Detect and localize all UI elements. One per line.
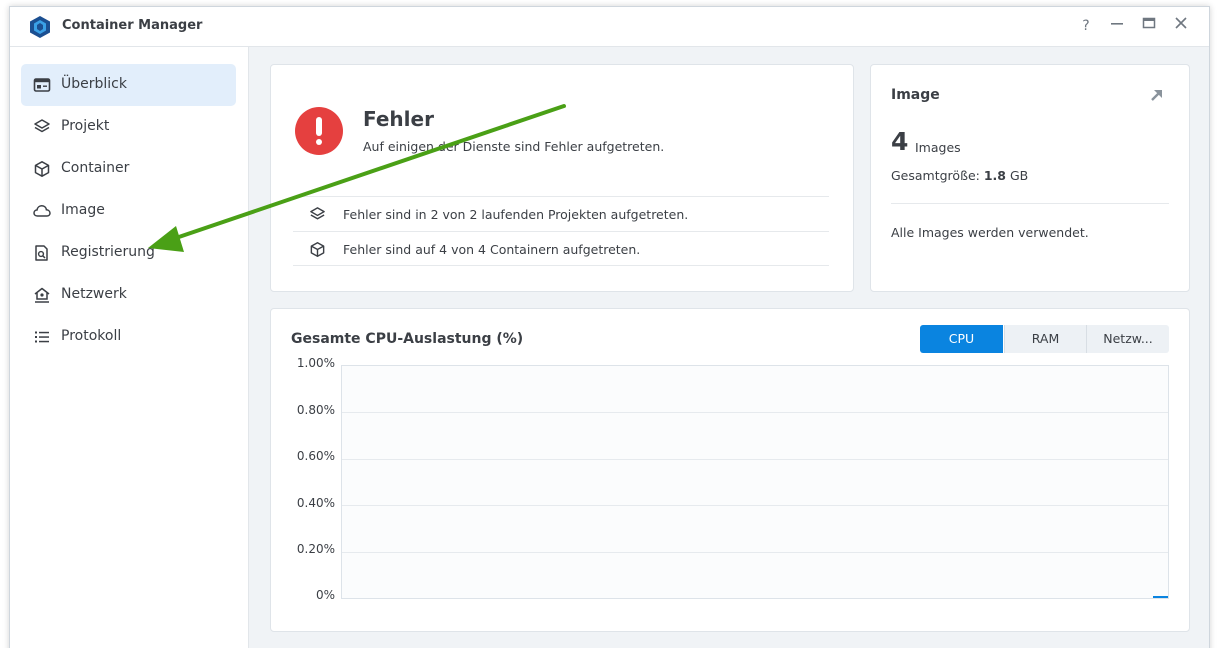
image-card: Image 4 Images Gesamtgröße: 1.8 GB Alle … [870, 64, 1190, 292]
image-size-value: 1.8 [983, 168, 1006, 183]
layers-icon [310, 207, 325, 220]
image-size-label: Gesamtgröße: [891, 168, 980, 183]
sidebar-item-label: Image [61, 202, 105, 218]
overview-icon [33, 78, 51, 92]
cpu-series-line [1153, 596, 1168, 598]
status-row-text: Fehler sind auf 4 von 4 Containern aufge… [343, 242, 641, 257]
sidebar-item-label: Projekt [61, 118, 110, 134]
image-usage-note: Alle Images werden verwendet. [891, 225, 1089, 240]
sidebar-item-image[interactable]: Image [21, 190, 236, 232]
sidebar-item-label: Protokoll [61, 328, 122, 344]
y-tick-label: 0.20% [296, 542, 335, 556]
help-button[interactable]: ? [1076, 16, 1096, 36]
layers-icon [34, 119, 50, 133]
app-window: Container Manager ? Überblick Projekt Co… [9, 6, 1210, 648]
tab-cpu[interactable]: CPU [920, 325, 1003, 353]
status-card: Fehler Auf einigen der Dienste sind Fehl… [270, 64, 854, 292]
status-row-projects: Fehler sind in 2 von 2 laufenden Projekt… [293, 196, 829, 231]
grid-line [342, 412, 1168, 413]
sidebar-item-overview[interactable]: Überblick [21, 64, 236, 106]
minimize-button[interactable] [1107, 16, 1127, 36]
maximize-icon [1142, 17, 1156, 29]
network-home-icon [34, 287, 50, 303]
image-count: 4 [891, 127, 909, 156]
image-size-unit: GB [1009, 168, 1029, 183]
y-tick-label: 0.60% [296, 449, 335, 463]
y-tick-label: 1.00% [296, 356, 335, 370]
chart-plot-area [341, 365, 1169, 599]
y-tick-label: 0.40% [296, 496, 335, 510]
status-title: Fehler [363, 107, 434, 131]
sidebar: Überblick Projekt Container Image Regist… [10, 47, 249, 648]
image-total-size: Gesamtgröße: 1.8 GB [891, 168, 1028, 183]
sidebar-item-label: Container [61, 160, 130, 176]
grid-line [342, 459, 1168, 460]
close-button[interactable] [1171, 16, 1191, 36]
minimize-icon [1111, 23, 1123, 25]
y-tick-label: 0.80% [296, 403, 335, 417]
close-icon [1175, 17, 1187, 29]
tab-network[interactable]: Netzw... [1086, 325, 1169, 353]
cube-icon [34, 161, 50, 177]
cloud-icon [33, 205, 51, 217]
sidebar-item-label: Registrierung [61, 244, 155, 260]
grid-line [342, 505, 1168, 506]
sidebar-item-project[interactable]: Projekt [21, 106, 236, 148]
sidebar-item-log[interactable]: Protokoll [21, 316, 236, 358]
sidebar-item-container[interactable]: Container [21, 148, 236, 190]
sidebar-item-label: Überblick [61, 76, 127, 92]
status-subtitle: Auf einigen der Dienste sind Fehler aufg… [363, 139, 665, 154]
image-card-title: Image [891, 87, 940, 103]
app-title: Container Manager [62, 18, 203, 33]
status-row-text: Fehler sind in 2 von 2 laufenden Projekt… [343, 207, 689, 222]
sidebar-item-registry[interactable]: Registrierung [21, 232, 236, 274]
sidebar-item-label: Netzwerk [61, 286, 127, 302]
image-count-label: Images [915, 140, 961, 155]
container-manager-logo-icon [30, 16, 50, 38]
open-link-arrow-icon[interactable] [1149, 87, 1165, 103]
grid-line [342, 552, 1168, 553]
chart-title: Gesamte CPU-Auslastung (%) [291, 331, 524, 347]
registry-search-icon [35, 245, 48, 261]
sidebar-item-network[interactable]: Netzwerk [21, 274, 236, 316]
error-icon [295, 107, 343, 155]
cpu-chart-card: Gesamte CPU-Auslastung (%) CPU RAM Netzw… [270, 308, 1190, 632]
divider [891, 203, 1169, 204]
maximize-button[interactable] [1139, 16, 1159, 36]
y-tick-label: 0% [315, 588, 335, 602]
cube-icon [310, 241, 325, 258]
tab-ram[interactable]: RAM [1004, 325, 1086, 353]
list-icon [35, 331, 49, 343]
title-bar: Container Manager ? [10, 7, 1209, 47]
status-row-containers: Fehler sind auf 4 von 4 Containern aufge… [293, 231, 829, 266]
